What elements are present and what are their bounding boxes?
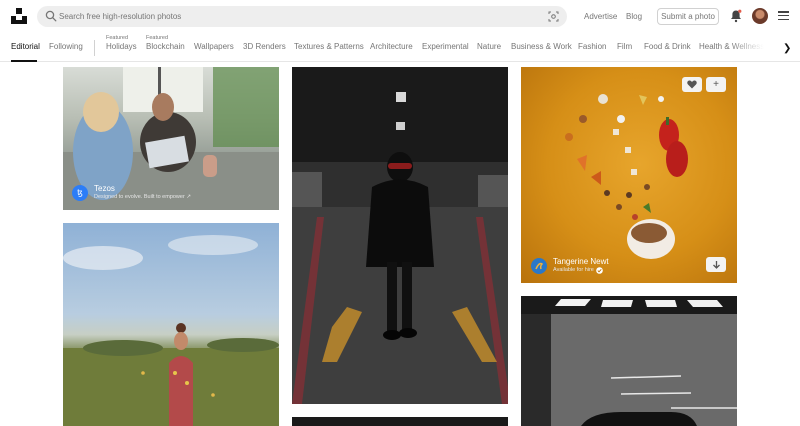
logo-top-block	[16, 8, 22, 14]
active-tab-underline	[11, 60, 37, 62]
search-input[interactable]	[59, 8, 539, 25]
topic-experimental[interactable]: Experimental	[422, 42, 469, 51]
topic-3d-renders[interactable]: 3D Renders	[243, 42, 286, 51]
topic-textures-patterns[interactable]: Textures & Patterns	[294, 42, 364, 51]
photo-car-showroom[interactable]	[521, 296, 737, 426]
photo-woman-in-field[interactable]	[63, 223, 279, 426]
author-avatar	[531, 257, 547, 274]
topic-blockchain[interactable]: Featured Blockchain	[146, 35, 185, 51]
photo-office-meeting[interactable]: ꜩ Tezos Designed to evolve. Built to emp…	[63, 67, 279, 210]
topic-divider	[94, 40, 95, 56]
blog-link[interactable]: Blog	[626, 12, 642, 21]
photo-flying-food-heart[interactable]: + Tangerine Newt Available for hire	[521, 67, 737, 283]
topic-following[interactable]: Following	[49, 42, 83, 51]
top-bar: Advertise Blog Submit a photo	[0, 0, 800, 34]
tezos-avatar: ꜩ	[72, 184, 88, 201]
user-avatar[interactable]	[752, 8, 768, 24]
like-button[interactable]	[682, 77, 702, 92]
photo-dark-partial[interactable]	[292, 417, 508, 426]
sponsor-name[interactable]: Tezos	[94, 184, 191, 194]
submit-photo-button[interactable]: Submit a photo	[657, 8, 719, 25]
featured-tag: Featured	[106, 35, 129, 41]
field-scene-illustration	[63, 235, 279, 426]
download-button[interactable]	[706, 257, 726, 272]
verified-check-icon	[596, 267, 603, 274]
search-bar[interactable]	[37, 6, 567, 27]
author-hire-status[interactable]: Available for hire	[553, 267, 609, 274]
topic-wallpapers[interactable]: Wallpapers	[194, 42, 234, 51]
topic-holidays[interactable]: Featured Holidays	[106, 35, 137, 51]
add-to-collection-button[interactable]: +	[706, 77, 726, 92]
photo-person-in-parking-garage[interactable]	[292, 67, 508, 404]
notifications-bell-icon[interactable]	[730, 9, 742, 23]
topic-film[interactable]: Film	[617, 42, 632, 51]
topic-food-drink[interactable]: Food & Drink	[644, 42, 691, 51]
advertise-link[interactable]: Advertise	[584, 12, 617, 21]
logo-cutout	[16, 16, 22, 20]
hamburger-menu-icon[interactable]	[778, 11, 789, 21]
featured-tag: Featured	[146, 35, 169, 41]
visual-search-icon[interactable]	[548, 11, 559, 22]
plus-icon: +	[713, 79, 719, 90]
newt-avatar-icon	[535, 262, 544, 269]
heart-icon	[687, 80, 697, 89]
sponsor-credit[interactable]: ꜩ Tezos Designed to evolve. Built to emp…	[72, 184, 191, 201]
topic-editorial[interactable]: Editorial	[11, 42, 40, 51]
showroom-scene-illustration	[521, 296, 737, 426]
topic-navigation: Editorial Following Featured Holidays Fe…	[0, 34, 800, 62]
topic-nature[interactable]: Nature	[477, 42, 501, 51]
sponsor-tagline[interactable]: Designed to evolve. Built to empower ↗	[94, 194, 191, 201]
scroll-fade	[730, 34, 778, 61]
topic-business-work[interactable]: Business & Work	[511, 42, 572, 51]
chevron-right-icon[interactable]: ❯	[783, 43, 791, 54]
author-name[interactable]: Tangerine Newt	[553, 257, 609, 267]
topic-architecture[interactable]: Architecture	[370, 42, 413, 51]
unsplash-logo[interactable]	[11, 8, 27, 24]
author-credit[interactable]: Tangerine Newt Available for hire	[531, 257, 609, 274]
topic-fashion[interactable]: Fashion	[578, 42, 606, 51]
garage-scene-illustration	[292, 67, 508, 404]
download-arrow-icon	[712, 260, 720, 269]
food-scene-illustration	[565, 94, 688, 259]
search-icon[interactable]	[45, 10, 57, 22]
